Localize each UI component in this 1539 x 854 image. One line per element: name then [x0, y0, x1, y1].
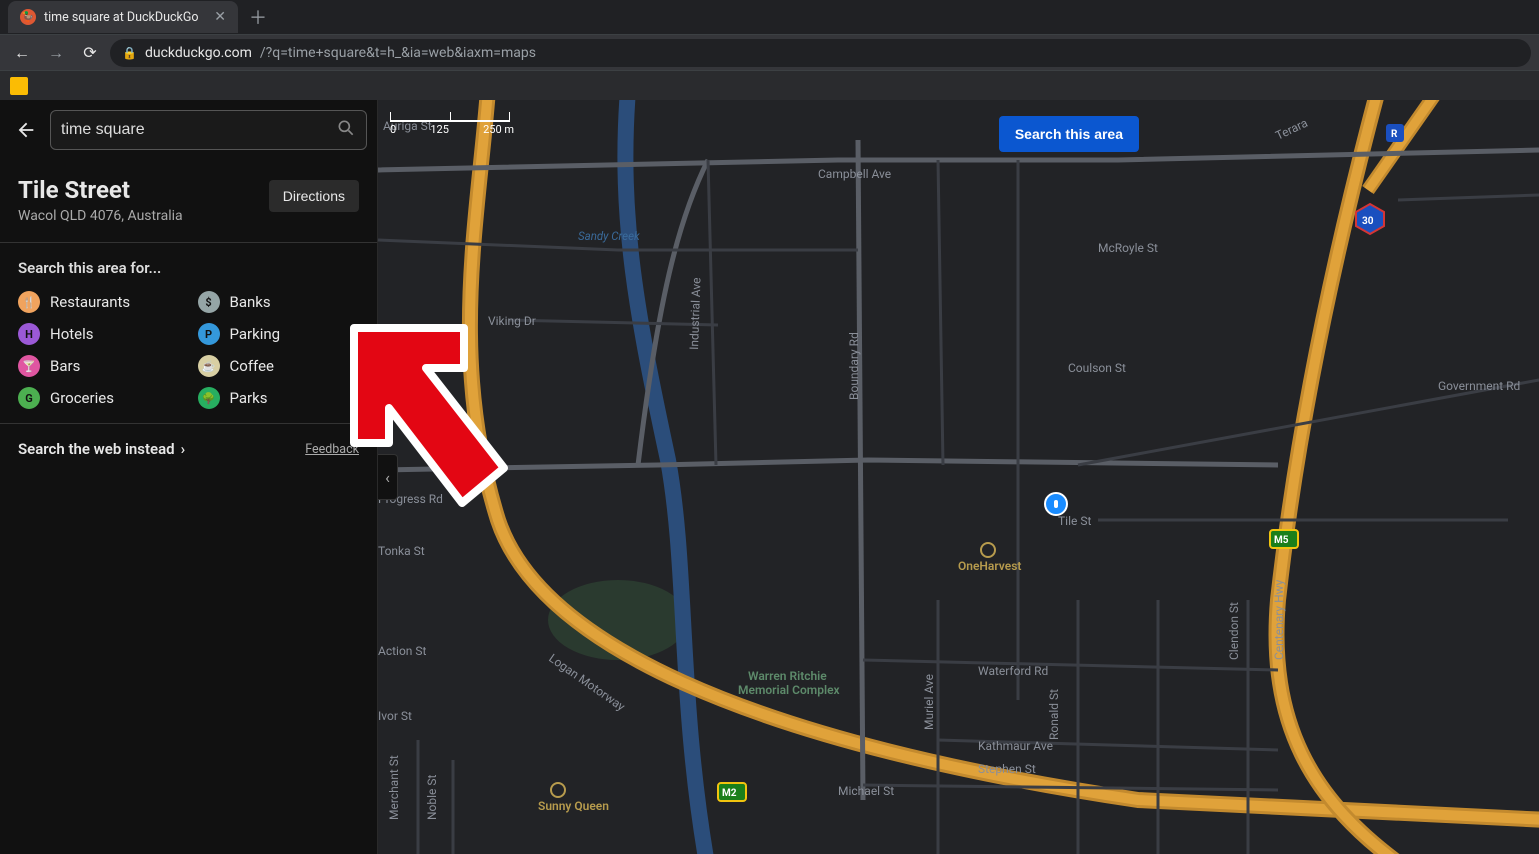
svg-text:Ronald St: Ronald St	[1047, 689, 1061, 740]
search-icon[interactable]	[336, 118, 356, 143]
pin-dot-icon	[1054, 500, 1058, 508]
place-card: Tile Street Wacol QLD 4076, Australia Di…	[0, 160, 377, 243]
shield-m2: M2	[718, 783, 746, 801]
app: Tile Street Wacol QLD 4076, Australia Di…	[0, 100, 1539, 854]
coffee-icon: ☕	[198, 355, 220, 377]
reload-button[interactable]: ⟳	[76, 39, 104, 67]
search-this-area-button[interactable]: Search this area	[999, 116, 1139, 152]
address-bar: ← → ⟳ 🔒 duckduckgo.com /?q=time+square&t=…	[0, 34, 1539, 70]
groceries-icon: G	[18, 387, 40, 409]
map-pin[interactable]	[1044, 492, 1068, 516]
browser-tab[interactable]: 🦆 time square at DuckDuckGo ✕	[8, 1, 238, 33]
search-web-link[interactable]: Search the web instead ›	[18, 440, 185, 458]
svg-text:Industrial Ave: Industrial Ave	[687, 277, 704, 350]
svg-text:Stephen St: Stephen St	[978, 762, 1036, 776]
svg-text:M5: M5	[1274, 535, 1289, 546]
svg-text:Campbell Ave: Campbell Ave	[818, 167, 891, 181]
category-label: Hotels	[50, 325, 94, 343]
svg-text:Merchant St: Merchant St	[387, 755, 401, 820]
category-bars[interactable]: 🍸 Bars	[18, 355, 180, 377]
svg-text:Tonka St: Tonka St	[378, 544, 425, 558]
forward-nav-button[interactable]: →	[42, 39, 70, 67]
map[interactable]: Sandy Creek	[378, 100, 1539, 854]
category-restaurants[interactable]: 🍴 Restaurants	[18, 291, 180, 313]
category-label: Banks	[230, 293, 271, 311]
scale-bar: 0 125 250 m	[390, 112, 514, 136]
svg-text:Muriel Ave: Muriel Ave	[922, 674, 936, 730]
svg-text:30: 30	[1362, 216, 1374, 227]
svg-text:M2: M2	[722, 788, 737, 799]
scale-right: 250 m	[483, 123, 514, 136]
label-park: Warren Ritchie Memorial Complex	[738, 669, 840, 697]
browser-chrome: 🦆 time square at DuckDuckGo ✕ ＋ ← → ⟳ 🔒 …	[0, 0, 1539, 100]
lock-icon: 🔒	[122, 46, 137, 60]
restaurants-icon: 🍴	[18, 291, 40, 313]
banks-icon: $	[198, 291, 220, 313]
category-hotels[interactable]: H Hotels	[18, 323, 180, 345]
shield-r: R	[1386, 124, 1404, 142]
svg-text:OneHarvest: OneHarvest	[958, 559, 1021, 573]
back-nav-button[interactable]: ←	[8, 39, 36, 67]
svg-text:Centenary Hwy: Centenary Hwy	[1272, 579, 1286, 660]
category-label: Groceries	[50, 389, 114, 407]
url-path: /?q=time+square&t=h_&ia=web&iaxm=maps	[260, 45, 536, 61]
search-box[interactable]	[50, 110, 367, 150]
tab-title: time square at DuckDuckGo	[44, 10, 199, 25]
svg-text:Boundary Rd: Boundary Rd	[847, 332, 861, 400]
search-row	[0, 100, 377, 160]
categories-grid: 🍴 Restaurants $ Banks H Hotels P Parking 🍸 Bars ☕ C…	[18, 291, 359, 409]
sidebar: Tile Street Wacol QLD 4076, Australia Di…	[0, 100, 378, 854]
url-field[interactable]: 🔒 duckduckgo.com /?q=time+square&t=h_&ia=…	[110, 39, 1531, 67]
close-tab-icon[interactable]: ✕	[214, 9, 226, 25]
bars-icon: 🍸	[18, 355, 40, 377]
tab-bar: 🦆 time square at DuckDuckGo ✕ ＋	[0, 0, 1539, 34]
url-host: duckduckgo.com	[145, 45, 252, 61]
search-input[interactable]	[61, 121, 336, 139]
category-label: Parks	[230, 389, 268, 407]
svg-text:Noble St: Noble St	[425, 774, 439, 820]
svg-text:McRoyle St: McRoyle St	[1098, 241, 1158, 255]
shield-30: 30	[1356, 204, 1384, 234]
label-sandy-creek: Sandy Creek	[578, 229, 640, 243]
svg-text:Action St: Action St	[378, 644, 427, 658]
arrow-left-icon	[15, 119, 37, 141]
scale-0: 0	[390, 123, 396, 136]
favicon-ddg: 🦆	[20, 9, 36, 25]
new-tab-button[interactable]: ＋	[244, 3, 272, 31]
map-canvas: Sandy Creek	[378, 100, 1539, 854]
sidebar-back-button[interactable]	[10, 114, 42, 146]
svg-text:R: R	[1391, 129, 1398, 140]
category-label: Restaurants	[50, 293, 130, 311]
category-label: Parking	[230, 325, 281, 343]
svg-text:Ivor St: Ivor St	[378, 709, 412, 723]
svg-text:Clendon St: Clendon St	[1227, 602, 1241, 660]
parking-icon: P	[198, 323, 220, 345]
shield-m5: M5	[1270, 530, 1298, 548]
svg-text:Government Rd: Government Rd	[1438, 379, 1520, 393]
category-label: Coffee	[230, 357, 274, 375]
chevron-right-icon: ›	[181, 440, 186, 458]
search-web-label: Search the web instead	[18, 440, 175, 458]
categories-title: Search this area for...	[18, 259, 359, 277]
bookmarks-bar	[0, 70, 1539, 100]
place-address: Wacol QLD 4076, Australia	[18, 208, 183, 224]
categories: Search this area for... 🍴 Restaurants $ Ban…	[0, 243, 377, 424]
scale-mid: 125	[430, 123, 449, 136]
svg-text:Waterford Rd: Waterford Rd	[978, 664, 1048, 678]
directions-button[interactable]: Directions	[269, 180, 359, 212]
category-groceries[interactable]: G Groceries	[18, 387, 180, 409]
place-title: Tile Street	[18, 176, 183, 204]
category-label: Bars	[50, 357, 80, 375]
bookmark-folder-icon[interactable]	[10, 77, 28, 95]
annotation-arrow-icon	[334, 308, 544, 528]
svg-text:Coulson St: Coulson St	[1068, 361, 1126, 375]
svg-text:Michael St: Michael St	[838, 784, 894, 798]
svg-text:Kathmaur Ave: Kathmaur Ave	[978, 739, 1053, 753]
svg-text:Tile St: Tile St	[1058, 514, 1091, 528]
hotels-icon: H	[18, 323, 40, 345]
svg-text:Sunny Queen: Sunny Queen	[538, 799, 609, 813]
parks-icon: 🌳	[198, 387, 220, 409]
bottom-links: Search the web instead › Feedback	[0, 424, 377, 474]
